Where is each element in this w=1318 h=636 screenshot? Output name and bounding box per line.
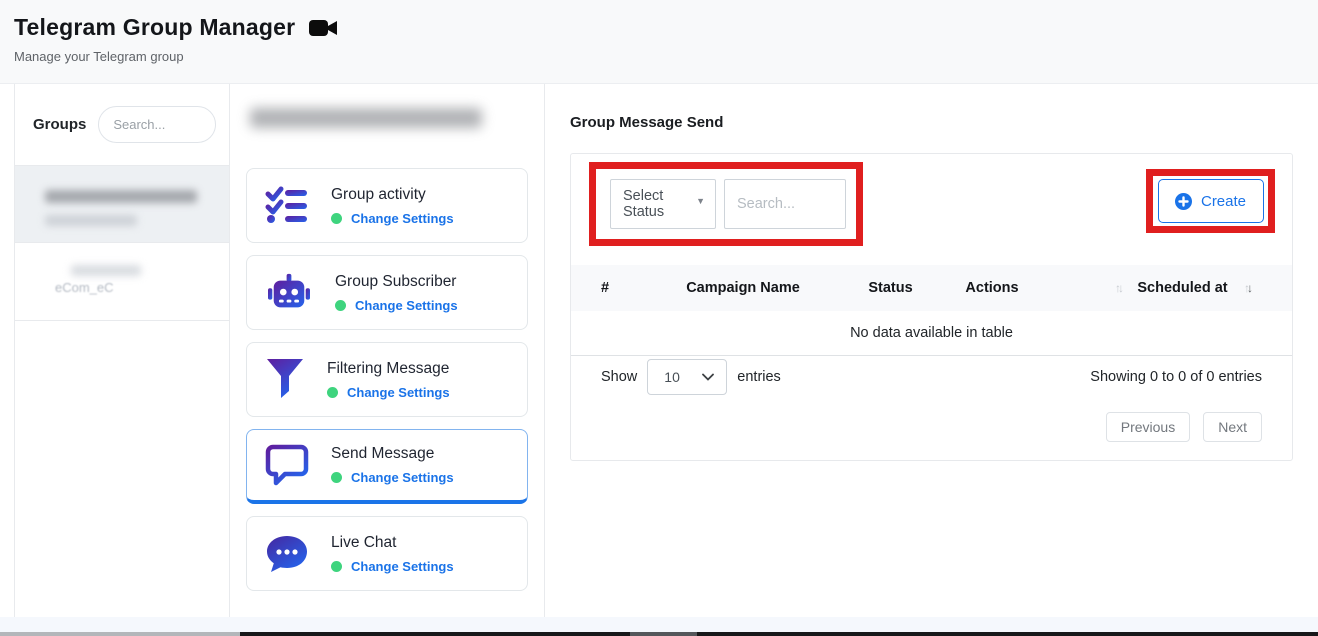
feature-column: Group activity Change Settings [230,84,545,617]
robot-icon [265,272,313,314]
group-list-item[interactable]: eCom_eC [15,243,229,321]
page: Telegram Group Manager Manage your Teleg… [0,0,1318,636]
groups-search-input[interactable] [98,106,216,143]
column-header-scheduled-at[interactable]: Scheduled at [1121,280,1244,296]
show-label: Show [601,369,637,385]
group-list-item-selected[interactable] [15,165,229,243]
card-title: Live Chat [331,534,454,552]
annotation-filters-highlight: Select Status ▼ [589,162,863,246]
campaign-search-input[interactable] [724,179,846,229]
campaign-table-card: Select Status ▼ Create [570,153,1293,461]
create-button-label: Create [1201,193,1246,210]
column-header-campaign-name[interactable]: Campaign Name [643,280,843,296]
groups-sidebar: Groups eCom_eC [14,84,230,617]
card-title: Send Message [331,445,454,463]
page-subtitle: Manage your Telegram group [14,49,1318,64]
change-settings-link[interactable]: Change Settings [351,470,454,485]
card-title: Group Subscriber [335,273,458,291]
status-select-value: Select Status [623,188,696,220]
status-dot [335,300,346,311]
redacted-group-name [71,265,141,276]
sort-icon-active[interactable]: ↑↓ [1244,281,1292,295]
card-title: Group activity [331,186,454,204]
campaigns-table: # Campaign Name Status Actions ↑↓ Schedu… [571,265,1292,356]
page-size-select[interactable]: 10 [647,359,727,395]
change-settings-link[interactable]: Change Settings [351,559,454,574]
panel-title: Group Message Send [570,114,1293,131]
card-live-chat[interactable]: Live Chat Change Settings [246,516,528,591]
annotation-create-highlight: Create [1146,169,1275,233]
create-button[interactable]: Create [1158,179,1264,223]
app-header: Telegram Group Manager Manage your Teleg… [0,0,1318,84]
status-dot [331,213,342,224]
groups-heading: Groups [33,116,86,133]
page-size-value: 10 [664,369,680,385]
status-dot [331,472,342,483]
chat-dots-icon [265,534,309,574]
redacted-group-name [45,190,197,203]
chevron-down-icon [702,373,714,381]
video-camera-icon [309,17,339,39]
previous-page-button[interactable]: Previous [1106,412,1190,442]
card-title: Filtering Message [327,360,450,378]
card-send-message[interactable]: Send Message Change Settings [246,429,528,504]
page-title: Telegram Group Manager [14,14,295,41]
table-empty-message: No data available in table [571,311,1292,356]
redacted-group-subtitle [45,215,137,226]
status-dot [327,387,338,398]
status-select[interactable]: Select Status ▼ [610,179,716,229]
content: Groups eCom_eC [0,84,1318,617]
caret-down-icon: ▼ [696,196,705,206]
column-header-status[interactable]: Status [843,280,938,296]
page-background-strip [0,617,1318,632]
table-footer: Show 10 entries Showing 0 to 0 of 0 entr… [571,359,1292,442]
group-name-partial: eCom_eC [55,280,213,295]
entries-label: entries [737,369,781,385]
funnel-icon [265,358,305,402]
card-filtering-message[interactable]: Filtering Message Change Settings [246,342,528,417]
column-header-actions[interactable]: Actions [938,280,1046,296]
status-dot [331,561,342,572]
card-group-activity[interactable]: Group activity Change Settings [246,168,528,243]
redacted-group-title [250,108,482,128]
bottom-taskbar-edge [0,632,1318,636]
sort-icon[interactable]: ↑↓ [1046,281,1121,295]
change-settings-link[interactable]: Change Settings [355,298,458,313]
table-header-row: # Campaign Name Status Actions ↑↓ Schedu… [571,265,1292,311]
plus-circle-icon [1175,193,1192,210]
change-settings-link[interactable]: Change Settings [351,211,454,226]
speech-bubble-outline-icon [265,444,309,486]
checklist-icon [265,186,309,226]
column-header-index[interactable]: # [571,280,643,296]
main-panel: Group Message Send Select Status ▼ [545,84,1318,617]
entries-summary: Showing 0 to 0 of 0 entries [1090,369,1262,385]
next-page-button[interactable]: Next [1203,412,1262,442]
change-settings-link[interactable]: Change Settings [347,385,450,400]
card-group-subscriber[interactable]: Group Subscriber Change Settings [246,255,528,330]
